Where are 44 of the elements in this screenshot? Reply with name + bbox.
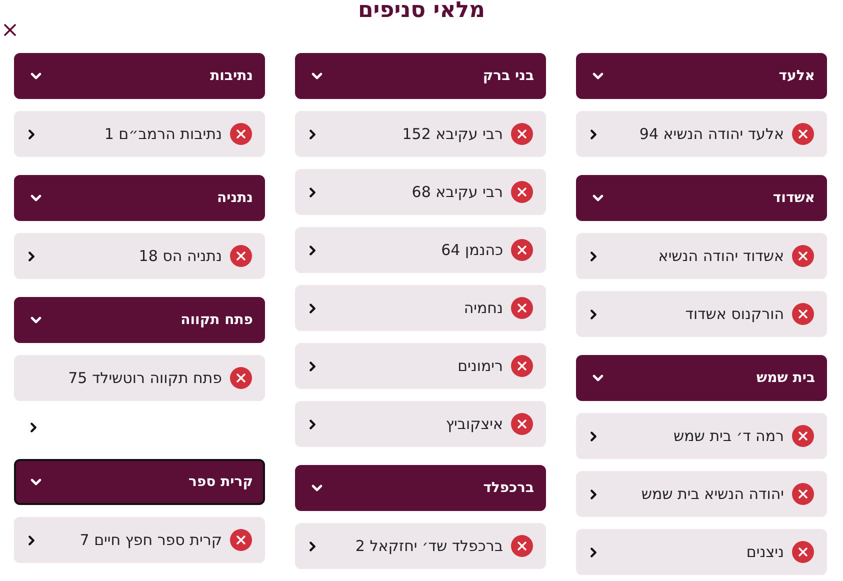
branch-item[interactable]: אשדוד יהודה הנשיא	[576, 233, 827, 279]
branch-item[interactable]: אלעד יהודה הנשיא 94	[576, 111, 827, 157]
remove-icon[interactable]	[792, 303, 814, 325]
branch-item[interactable]: איצקוביץ	[295, 401, 546, 447]
branch-item[interactable]: רבי עקיבא 152	[295, 111, 546, 157]
remove-icon[interactable]	[511, 239, 533, 261]
branch-group-header[interactable]: אשדוד	[576, 175, 827, 221]
branch-item[interactable]: רימונים	[295, 343, 546, 389]
remove-icon[interactable]	[511, 297, 533, 319]
branch-group-header[interactable]: אלעד	[576, 53, 827, 99]
branch-group-header[interactable]: נתניה	[14, 175, 265, 221]
remove-icon[interactable]	[511, 355, 533, 377]
branch-item[interactable]: נתניה הס 18	[14, 233, 265, 279]
page-title: מלאי סניפים	[356, 0, 486, 20]
branch-group-header[interactable]: בני ברק	[295, 53, 546, 99]
remove-icon[interactable]	[792, 541, 814, 563]
branch-group-header[interactable]: פתח תקווה	[14, 297, 265, 343]
branch-item[interactable]: ניצנים	[576, 529, 827, 575]
branch-item[interactable]: פתח תקווה רוטשילד 75	[14, 355, 265, 401]
branch-item[interactable]: נחמיה	[295, 285, 546, 331]
branch-group-header[interactable]: נתיבות	[14, 53, 265, 99]
branch-group-header[interactable]: קרית ספר	[14, 459, 265, 505]
branch-item[interactable]: נתיבות הרמב״ם 1	[14, 111, 265, 157]
remove-icon[interactable]	[511, 123, 533, 145]
remove-icon[interactable]	[511, 535, 533, 557]
remove-icon[interactable]	[792, 425, 814, 447]
remove-icon[interactable]	[792, 123, 814, 145]
branch-item[interactable]: כהנמן 64	[295, 227, 546, 273]
branch-item[interactable]: רבי עקיבא 68	[295, 169, 546, 215]
remove-icon[interactable]	[230, 529, 252, 551]
branch-item[interactable]: הורקנוס אשדוד	[576, 291, 827, 337]
branch-item[interactable]: יהודה הנשיא בית שמש	[576, 471, 827, 517]
branch-item[interactable]: ברכפלד שד׳ יחזקאל 2	[295, 523, 546, 569]
remove-icon[interactable]	[511, 181, 533, 203]
remove-icon[interactable]	[230, 123, 252, 145]
branch-group-header[interactable]: בית שמש	[576, 355, 827, 401]
branch-item[interactable]: קרית ספר חפץ חיים 7	[14, 517, 265, 563]
remove-icon[interactable]	[792, 483, 814, 505]
branch-group-header[interactable]: ברכפלד	[295, 465, 546, 511]
remove-icon[interactable]	[792, 245, 814, 267]
remove-icon[interactable]	[230, 367, 252, 389]
branch-item[interactable]: רמה ד׳ בית שמש	[576, 413, 827, 459]
remove-icon[interactable]	[230, 245, 252, 267]
remove-icon[interactable]	[511, 413, 533, 435]
